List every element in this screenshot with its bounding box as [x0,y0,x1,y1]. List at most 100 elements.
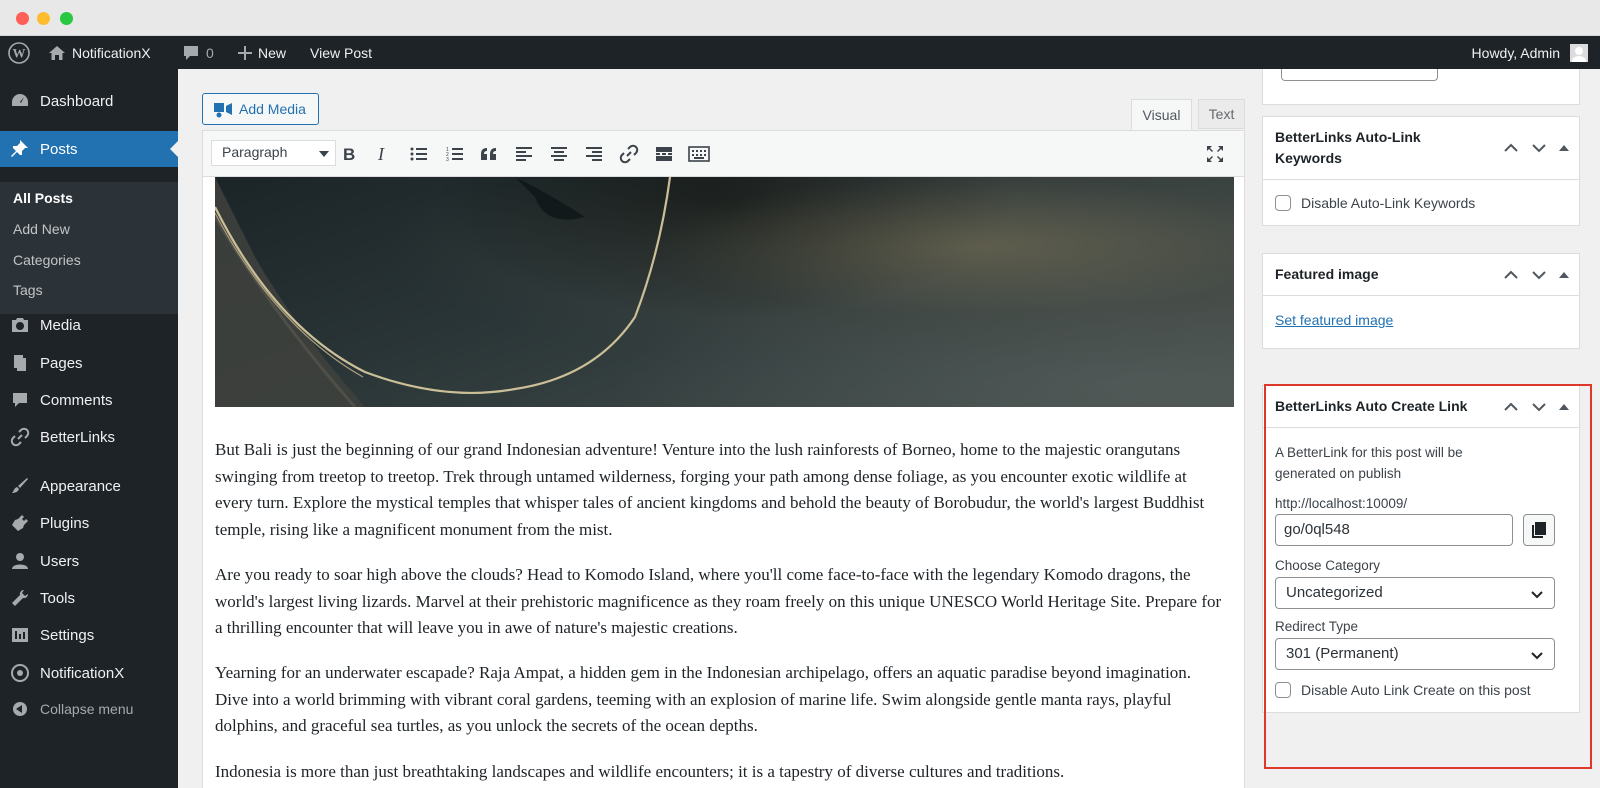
menu-comments[interactable]: Comments [0,382,178,418]
new-content-link[interactable]: New [238,36,286,69]
submenu-all-posts[interactable]: All Posts [13,190,73,206]
link-icon [619,144,639,164]
post-hero-image [215,177,1234,407]
menu-dashboard[interactable]: Dashboard [0,83,178,119]
notificationx-icon [0,663,40,683]
submenu-categories[interactable]: Categories [13,252,81,268]
plugin-icon [0,513,40,533]
fullscreen-icon [1207,146,1223,162]
menu-media[interactable]: Media [0,307,178,343]
editor-toolbar: Paragraph B I 123 [203,131,1244,177]
numbered-list-icon: 123 [446,147,463,162]
quote-icon [481,148,496,160]
bullet-list-button[interactable] [407,142,431,166]
menu-label: BetterLinks [40,428,116,446]
editor-content[interactable]: But Bali is just the beginning of our gr… [215,177,1234,788]
post-paragraph: But Bali is just the beginning of our gr… [215,440,1205,539]
menu-appearance[interactable]: Appearance [0,468,178,504]
comments-link[interactable]: 0 [182,36,214,69]
autolink-keywords-header[interactable]: BetterLinks Auto-Link Keywords [1263,117,1579,180]
move-down-icon[interactable] [1531,270,1547,280]
wordpress-logo-icon[interactable]: W [8,36,30,69]
tab-visual[interactable]: Visual [1131,99,1192,130]
insert-link-button[interactable] [617,142,641,166]
site-name-link[interactable]: NotificationX [48,36,151,69]
bold-icon: B [343,146,355,162]
media-icon [214,103,232,118]
featured-image-box: Featured image Set featured image [1262,253,1580,349]
avatar [1570,43,1588,62]
add-media-button[interactable]: Add Media [202,93,319,125]
align-right-button[interactable] [582,142,606,166]
paragraph-format-select[interactable]: Paragraph [211,140,336,166]
bullet-list-icon [410,147,427,161]
bold-button[interactable]: B [337,142,361,166]
previous-metabox-field [1281,69,1438,81]
align-center-button[interactable] [547,142,571,166]
italic-button[interactable]: I [371,142,395,166]
autolink-keywords-box: BetterLinks Auto-Link Keywords Disable A… [1262,116,1580,226]
set-featured-image-link[interactable]: Set featured image [1275,312,1393,328]
menu-label: Appearance [40,477,121,495]
wrench-icon [0,588,40,608]
move-up-icon[interactable] [1503,143,1519,153]
brush-icon [0,476,40,496]
submenu-add-new[interactable]: Add New [13,221,70,237]
media-icon [0,315,40,335]
menu-label: Pages [40,354,83,372]
move-up-icon[interactable] [1503,270,1519,280]
read-more-button[interactable] [652,142,676,166]
keyboard-icon [688,146,710,162]
post-paragraph: Yearning for an underwater escapade? Raj… [215,663,1192,735]
align-right-icon [586,147,602,161]
svg-text:W: W [13,45,26,60]
svg-text:I: I [377,146,385,162]
classic-editor: Paragraph B I 123 But Bali is just the b… [202,130,1245,788]
menu-users[interactable]: Users [0,543,178,579]
new-label: New [258,44,287,61]
site-name: NotificationX [72,44,151,61]
menu-tools[interactable]: Tools [0,580,178,616]
checkbox-label: Disable Auto-Link Keywords [1301,195,1476,211]
admin-sidebar: Dashboard Posts All Posts Add New Catego… [0,69,178,788]
pin-icon [0,139,40,159]
menu-notificationx[interactable]: NotificationX [0,655,178,691]
menu-label: Posts [40,140,78,158]
menu-plugins[interactable]: Plugins [0,505,178,541]
menu-betterlinks[interactable]: BetterLinks [0,419,178,455]
minimize-window-button[interactable] [37,12,50,25]
box-title: Featured image [1275,266,1379,282]
plus-icon [238,45,252,60]
collapse-label: Collapse menu [40,701,134,717]
user-icon [0,551,40,571]
menu-label: NotificationX [40,664,125,682]
numbered-list-button[interactable]: 123 [443,142,467,166]
pages-icon [0,353,40,373]
box-title: BetterLinks Auto-Link Keywords [1275,129,1421,166]
tab-text[interactable]: Text [1198,99,1245,129]
fullscreen-button[interactable] [1203,142,1227,166]
comments-count: 0 [206,44,214,61]
menu-pages[interactable]: Pages [0,345,178,381]
menu-label: Dashboard [40,92,114,110]
featured-image-header[interactable]: Featured image [1263,254,1579,296]
blockquote-button[interactable] [477,142,501,166]
settings-icon [0,625,40,645]
toolbar-toggle-button[interactable] [687,142,711,166]
toggle-panel-icon[interactable] [1559,145,1569,151]
move-down-icon[interactable] [1531,143,1547,153]
align-left-button[interactable] [512,142,536,166]
comment-icon [184,45,198,60]
submenu-tags[interactable]: Tags [13,282,43,298]
home-icon [49,45,65,60]
account-menu[interactable]: Howdy, Admin [1472,36,1588,69]
disable-autolink-checkbox[interactable] [1275,195,1291,211]
maximize-window-button[interactable] [60,12,73,25]
close-window-button[interactable] [16,12,29,25]
collapse-menu-button[interactable]: Collapse menu [0,691,178,727]
menu-posts[interactable]: Posts [0,131,178,167]
menu-settings[interactable]: Settings [0,617,178,653]
menu-label: Media [40,316,81,334]
view-post-link[interactable]: View Post [310,36,372,69]
toggle-panel-icon[interactable] [1559,271,1569,278]
